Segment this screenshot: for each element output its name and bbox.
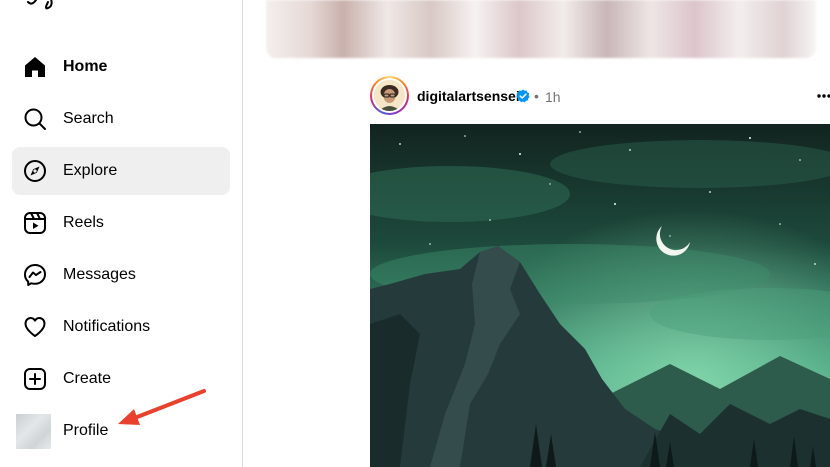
post-timestamp[interactable]: 1h [545,89,561,106]
plus-square-icon [23,367,47,391]
sidebar-item-label: Home [63,58,108,75]
home-icon [23,55,47,79]
messenger-icon [23,263,47,287]
sidebar-item-label: Search [63,110,114,127]
reels-icon [23,211,47,235]
instagram-logo[interactable] [14,0,94,10]
sidebar-item-home[interactable]: Home [12,43,230,91]
sidebar-item-label: Notifications [63,318,151,335]
sidebar-item-label: Create [63,370,112,387]
feed: digitalartsensei • 1h [244,0,830,467]
verified-badge-icon [516,89,530,103]
annotation-arrow-icon [118,389,206,425]
sidebar-item-explore[interactable]: Explore [12,147,230,195]
explore-compass-icon [23,159,47,183]
post-author-avatar[interactable] [370,76,409,115]
sidebar-item-search[interactable]: Search [12,95,230,143]
sidebar-item-notifications[interactable]: Notifications [12,303,230,351]
sidebar-item-messages[interactable]: Messages [12,251,230,299]
search-icon [23,107,47,131]
sidebar-item-label: Profile [63,422,109,439]
sidebar-item-label: Reels [63,214,104,231]
blurred-previous-post [266,0,816,58]
heart-icon [23,315,47,339]
sidebar-item-label: Messages [63,266,136,283]
sidebar-item-reels[interactable]: Reels [12,199,230,247]
sidebar-item-label: Explore [63,162,118,179]
more-options-icon[interactable] [817,94,830,98]
separator-dot: • [534,88,539,104]
profile-avatar [16,414,51,449]
post-username[interactable]: digitalartsensei [417,88,520,105]
post-image[interactable] [370,124,830,467]
